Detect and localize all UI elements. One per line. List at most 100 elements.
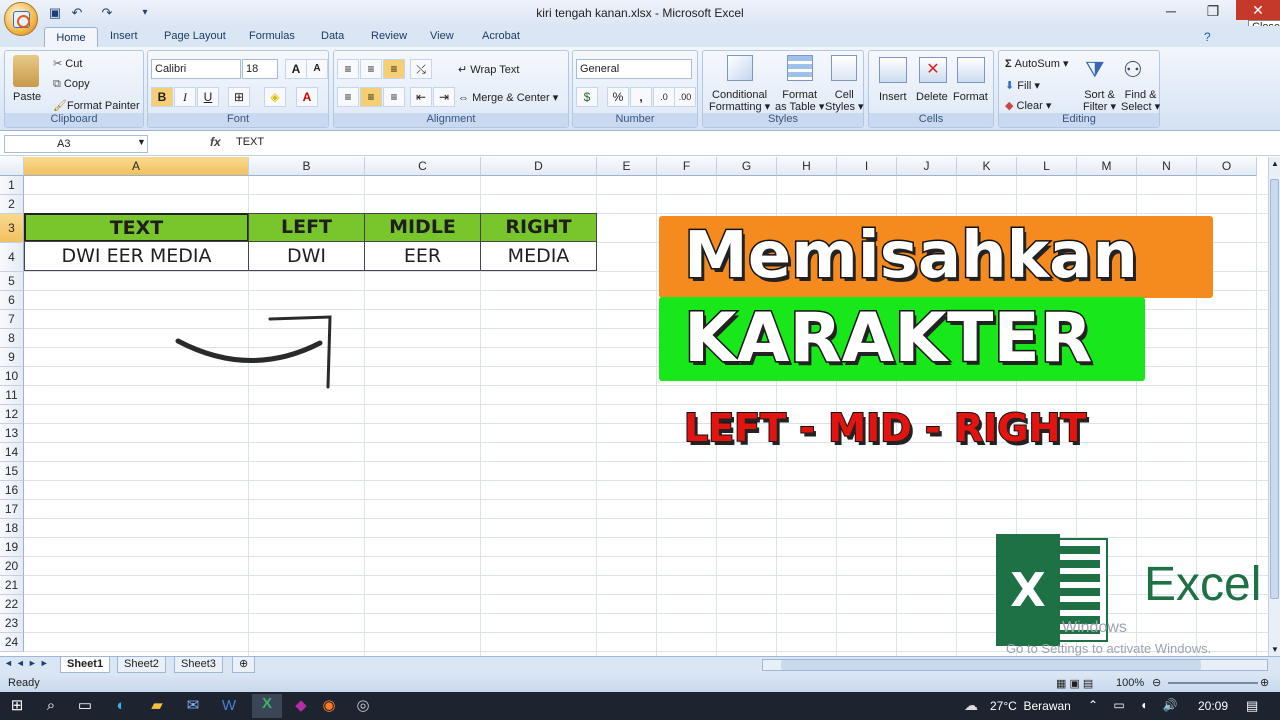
new-sheet-icon[interactable]: ⊕ <box>232 657 256 673</box>
grow-font-icon[interactable]: A <box>285 59 307 79</box>
close-button[interactable]: ✕ <box>1236 0 1280 20</box>
row-header-6[interactable]: 6 <box>0 291 24 310</box>
increase-decimal-icon[interactable]: .0 <box>653 87 675 107</box>
align-right-icon[interactable]: ≡ <box>383 87 405 107</box>
fill-button[interactable]: ⬇ Fill ▾ <box>1005 79 1040 92</box>
name-box-dropdown-icon[interactable]: ▼ <box>137 137 146 147</box>
cell-a3-header[interactable]: TEXT <box>24 213 249 242</box>
column-header-d[interactable]: D <box>481 157 597 176</box>
align-middle-icon[interactable]: ≡ <box>360 59 382 79</box>
decrease-indent-icon[interactable]: ⇤ <box>410 87 432 107</box>
row-header-22[interactable]: 22 <box>0 595 24 614</box>
view-buttons[interactable]: ▦ ▣ ▤ <box>1056 677 1093 690</box>
conditional-formatting-button[interactable]: Conditional Formatting ▾ <box>709 89 770 113</box>
row-header-14[interactable]: 14 <box>0 443 24 462</box>
row-header-4[interactable]: 4 <box>0 243 24 272</box>
sheet-tab-3[interactable]: Sheet3 <box>174 657 223 673</box>
column-header-c[interactable]: C <box>365 157 481 176</box>
search-icon[interactable]: ⌕ <box>40 696 62 716</box>
office-button[interactable] <box>4 2 38 36</box>
row-header-9[interactable]: 9 <box>0 348 24 367</box>
format-painter-button[interactable]: 🖌Format Painter <box>53 99 140 112</box>
row-header-24[interactable]: 24 <box>0 633 24 652</box>
find-select-button[interactable]: Find & Select ▾ <box>1121 89 1160 113</box>
help-icon[interactable]: ? <box>1204 30 1211 44</box>
insert-function-button[interactable]: fx <box>210 135 221 149</box>
borders-icon[interactable]: ⊞ <box>228 87 250 107</box>
row-header-1[interactable]: 1 <box>0 176 24 195</box>
row-header-20[interactable]: 20 <box>0 557 24 576</box>
paste-button[interactable]: Paste <box>13 91 41 103</box>
sort-filter-button[interactable]: Sort & Filter ▾ <box>1083 89 1116 113</box>
row-header-2[interactable]: 2 <box>0 195 24 214</box>
app-icon[interactable]: ◎ <box>352 696 374 716</box>
row-header-18[interactable]: 18 <box>0 519 24 538</box>
task-view-icon[interactable]: ▭ <box>74 696 96 716</box>
column-header-f[interactable]: F <box>657 157 717 176</box>
column-header-i[interactable]: I <box>837 157 897 176</box>
cut-button[interactable]: ✂ Cut <box>53 57 82 70</box>
tab-home[interactable]: Home <box>44 27 98 49</box>
column-header-o[interactable]: O <box>1197 157 1257 176</box>
cell-b4[interactable]: DWI <box>248 241 365 271</box>
align-left-icon[interactable]: ≡ <box>337 87 359 107</box>
excel-taskbar-icon[interactable]: X <box>252 694 282 718</box>
row-header-12[interactable]: 12 <box>0 405 24 424</box>
delete-button[interactable]: Delete <box>916 91 948 103</box>
align-bottom-icon[interactable]: ≡ <box>383 59 405 79</box>
tab-page-layout[interactable]: Page Layout <box>164 30 226 42</box>
column-header-m[interactable]: M <box>1077 157 1137 176</box>
increase-indent-icon[interactable]: ⇥ <box>433 87 455 107</box>
formula-input[interactable]: TEXT <box>236 136 264 148</box>
column-header-j[interactable]: J <box>897 157 957 176</box>
column-header-l[interactable]: L <box>1017 157 1077 176</box>
orientation-icon[interactable]: ⤯ <box>410 59 432 79</box>
media-icon[interactable]: ◆ <box>290 696 312 716</box>
currency-icon[interactable]: $ <box>576 87 598 107</box>
firefox-icon[interactable]: ◉ <box>318 696 340 716</box>
file-explorer-icon[interactable]: ▰ <box>146 696 168 716</box>
merge-center-button[interactable]: ⇔ Merge & Center ▾ <box>458 91 558 104</box>
bold-button[interactable]: B <box>151 87 173 107</box>
edge-icon[interactable]: ◐ <box>110 696 132 716</box>
weather-text[interactable]: 27°C Berawan <box>990 699 1071 713</box>
tab-insert[interactable]: Insert <box>110 30 138 42</box>
name-box[interactable]: A3 <box>4 135 148 153</box>
row-header-11[interactable]: 11 <box>0 386 24 405</box>
tab-data[interactable]: Data <box>321 30 344 42</box>
column-header-g[interactable]: G <box>717 157 777 176</box>
zoom-slider[interactable] <box>1168 682 1258 684</box>
autosum-button[interactable]: Σ AutoSum ▾ <box>1005 57 1069 70</box>
cell-a4[interactable]: DWI EER MEDIA <box>24 241 249 271</box>
align-center-icon[interactable]: ≡ <box>360 87 382 107</box>
column-header-b[interactable]: B <box>249 157 365 176</box>
underline-button[interactable]: U <box>197 87 219 107</box>
font-name-combo[interactable]: Calibri <box>151 59 241 79</box>
cell-d4[interactable]: MEDIA <box>480 241 597 271</box>
fill-color-icon[interactable]: ◈ <box>264 87 286 107</box>
column-header-k[interactable]: K <box>957 157 1017 176</box>
tab-acrobat[interactable]: Acrobat <box>482 30 520 42</box>
row-header-7[interactable]: 7 <box>0 310 24 329</box>
worksheet-grid[interactable]: ABCDEFGHIJKLMNO 1 2 3 4 5 6 7 8 9 10 11 12 13 14 15 16 1… <box>0 157 1268 657</box>
row-header-8[interactable]: 8 <box>0 329 24 348</box>
zoom-out-icon[interactable]: ⊖ <box>1152 676 1161 689</box>
comma-style-icon[interactable]: , <box>630 87 652 107</box>
clock[interactable]: 20:09 <box>1198 699 1228 713</box>
insert-button[interactable]: Insert <box>879 91 907 103</box>
row-header-17[interactable]: 17 <box>0 500 24 519</box>
tray-icons[interactable]: ⌃ ▭ ◖ 🔊 <box>1088 698 1184 712</box>
row-header-21[interactable]: 21 <box>0 576 24 595</box>
select-all-corner[interactable] <box>0 157 24 176</box>
tab-formulas[interactable]: Formulas <box>249 30 295 42</box>
row-header-5[interactable]: 5 <box>0 272 24 291</box>
restore-button[interactable]: ❐ <box>1196 0 1230 22</box>
zoom-level[interactable]: 100% <box>1116 677 1144 689</box>
row-header-3[interactable]: 3 <box>0 214 24 243</box>
font-color-icon[interactable]: A <box>296 87 318 107</box>
tab-view[interactable]: View <box>430 30 454 42</box>
tab-review[interactable]: Review <box>371 30 407 42</box>
row-header-16[interactable]: 16 <box>0 481 24 500</box>
sheet-nav-icons[interactable]: ◄◄►► <box>4 658 52 668</box>
mail-icon[interactable]: ✉ <box>182 696 204 716</box>
